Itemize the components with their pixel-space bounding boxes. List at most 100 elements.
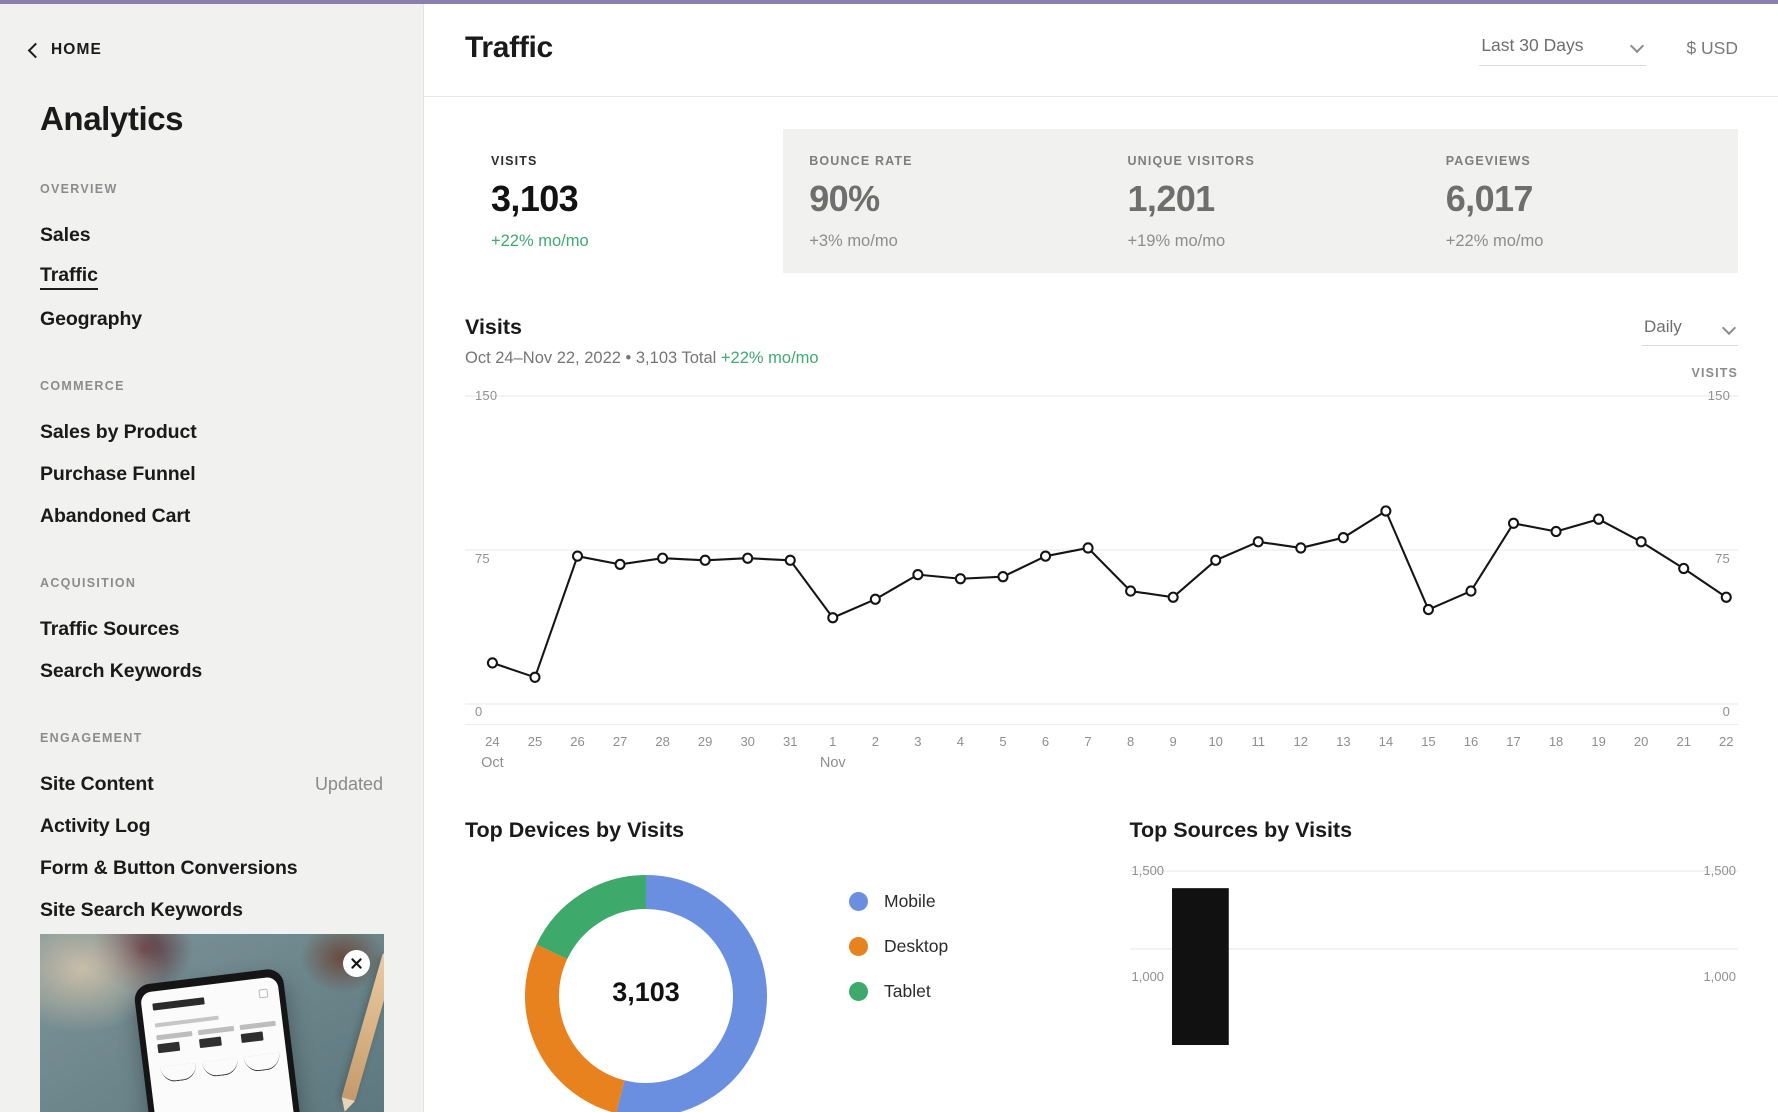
promo-card[interactable] — [40, 934, 384, 1112]
x-axis-tick: 5 — [999, 734, 1007, 749]
sidebar-item-label: Activity Log — [40, 814, 151, 837]
kpi-card-bounce-rate[interactable]: BOUNCE RATE 90% +3% mo/mo — [783, 129, 1102, 273]
top-devices-title: Top Devices by Visits — [465, 818, 685, 842]
sidebar-item-sales[interactable]: Sales — [0, 214, 423, 256]
kpi-card-visits[interactable]: VISITS 3,103 +22% mo/mo — [465, 129, 784, 273]
y-label-mid-right: 75 — [1715, 551, 1730, 566]
home-label: HOME — [51, 41, 102, 58]
sidebar-item-sales-by-product[interactable]: Sales by Product — [0, 411, 423, 453]
sidebar-item-search-keywords[interactable]: Search Keywords — [0, 650, 423, 692]
donut-center-value: 3,103 — [612, 977, 680, 1007]
close-icon[interactable] — [343, 950, 370, 977]
top-sources-panel: Top Sources by Visits 1,500 1,500 1,000 … — [1129, 818, 1738, 1112]
granularity-select[interactable]: Daily — [1642, 315, 1738, 346]
x-axis-month-label: Oct — [481, 755, 504, 771]
sidebar-item-label: Form & Button Conversions — [40, 856, 298, 879]
sidebar-item-traffic-sources[interactable]: Traffic Sources — [0, 608, 423, 650]
y-label-top-right: 150 — [1707, 388, 1730, 403]
chevron-down-icon — [1631, 41, 1644, 49]
sidebar-item-purchase-funnel[interactable]: Purchase Funnel — [0, 453, 423, 495]
x-axis-tick: 25 — [527, 734, 543, 749]
kpi-delta: +19% mo/mo — [1127, 232, 1226, 250]
accent-top-bar — [0, 0, 1778, 4]
x-axis-tick: 1 — [829, 734, 837, 749]
bar-y-1500-right: 1,500 — [1703, 863, 1736, 878]
legend-label: Desktop — [884, 936, 949, 956]
kpi-label: VISITS — [491, 154, 538, 168]
visits-subtitle-range: Oct 24–Nov 22, 2022 • 3,103 Total — [465, 349, 721, 367]
sidebar-item-traffic[interactable]: Traffic — [0, 256, 423, 298]
y-label-bot-left: 0 — [475, 704, 483, 719]
sidebar-item-label: Purchase Funnel — [40, 462, 196, 485]
top-devices-panel: Top Devices by Visits 3,103 Mobile Deskto… — [465, 818, 1074, 1112]
y-label-top-left: 150 — [475, 388, 498, 403]
visits-x-axis: 24 25 26 27 28 29 30 31 1 2 3 4 5 6 7 8 9 10 11 12 13 14 15 16 1… — [465, 724, 1738, 771]
bottom-panels: Top Devices by Visits 3,103 Mobile Deskto… — [465, 818, 1738, 1112]
kpi-card-pageviews[interactable]: PAGEVIEWS 6,017 +22% mo/mo — [1419, 129, 1738, 273]
x-axis-tick: 31 — [783, 734, 798, 749]
sidebar: HOME Analytics OVERVIEW Sales Traffic Geogr… — [0, 0, 424, 1112]
sidebar-item-label: Traffic — [40, 264, 98, 290]
kpi-value: 6,017 — [1445, 178, 1534, 219]
sidebar-item-label: Search Keywords — [40, 659, 203, 682]
sidebar-item-geography[interactable]: Geography — [0, 298, 423, 340]
sidebar-item-form-button-conversions[interactable]: Form & Button Conversions — [0, 847, 423, 889]
legend-color-dot — [849, 937, 868, 956]
x-axis-month-label: Nov — [819, 755, 846, 771]
x-axis-tick: 9 — [1169, 734, 1177, 749]
sidebar-item-site-content[interactable]: Site Content Updated — [0, 763, 423, 805]
currency-label[interactable]: $ USD — [1686, 38, 1738, 59]
page-header: Traffic Last 30 Days $ USD — [424, 0, 1778, 97]
date-range-select[interactable]: Last 30 Days — [1479, 31, 1647, 66]
legend-label: Mobile — [884, 891, 936, 911]
legend-item-desktop[interactable]: Desktop — [849, 924, 948, 969]
x-axis-tick: 11 — [1251, 734, 1265, 749]
kpi-card-unique-visitors[interactable]: UNIQUE VISITORS 1,201 +19% mo/mo — [1101, 129, 1420, 273]
sidebar-group: ACQUISITION Traffic Sources Search Keyword… — [0, 576, 423, 692]
status-badge: Updated — [314, 773, 383, 794]
x-axis-tick: 26 — [570, 734, 585, 749]
x-axis-tick: 15 — [1421, 734, 1436, 749]
sidebar-item-label: Sales — [40, 223, 91, 246]
kpi-label: PAGEVIEWS — [1445, 154, 1531, 168]
sidebar-nav: OVERVIEW Sales Traffic Geography COMMERCE Sal… — [0, 182, 423, 973]
visits-chart-panel: Visits Oct 24–Nov 22, 2022 • 3,103 Total… — [465, 315, 1738, 771]
bar-y-1000-left: 1,000 — [1131, 969, 1165, 984]
kpi-value: 1,201 — [1127, 178, 1216, 219]
granularity-value: Daily — [1644, 317, 1682, 336]
date-range-value: Last 30 Days — [1481, 34, 1584, 55]
x-axis-tick: 27 — [612, 734, 628, 749]
sidebar-group: COMMERCE Sales by Product Purchase Funnel A… — [0, 379, 423, 537]
visits-line-chart[interactable]: 150 150 75 75 0 0 — [465, 388, 1738, 722]
legend-item-tablet[interactable]: Tablet — [849, 969, 948, 1014]
sources-bar-chart[interactable]: 1,500 1,500 1,000 1,000 — [1129, 863, 1738, 1045]
bar-y-1000-right: 1,000 — [1703, 969, 1736, 984]
kpi-delta: +22% mo/mo — [491, 232, 589, 250]
x-axis-tick: 4 — [956, 734, 965, 749]
sidebar-item-activity-log[interactable]: Activity Log — [0, 805, 423, 847]
sidebar-item-site-search-keywords[interactable]: Site Search Keywords — [0, 889, 423, 931]
chevron-left-icon — [27, 44, 40, 57]
devices-donut-chart[interactable]: 3,103 — [515, 865, 777, 1112]
page-brand-title: Analytics — [40, 100, 184, 137]
analytics-dashboard: HOME Analytics OVERVIEW Sales Traffic Geogr… — [0, 0, 1778, 1112]
legend-item-mobile[interactable]: Mobile — [849, 879, 948, 924]
visits-subtitle-delta: +22% mo/mo — [720, 349, 819, 367]
chevron-down-icon — [1723, 323, 1736, 331]
sidebar-item-abandoned-cart[interactable]: Abandoned Cart — [0, 495, 423, 537]
sidebar-group-label: ACQUISITION — [40, 576, 137, 590]
sidebar-group-label: COMMERCE — [40, 379, 125, 393]
x-axis-tick: 21 — [1676, 734, 1691, 749]
home-back-link[interactable]: HOME — [27, 41, 423, 59]
bar-y-1500-left: 1,500 — [1131, 863, 1165, 878]
x-axis-tick: 17 — [1506, 734, 1521, 749]
x-axis-tick: 8 — [1126, 734, 1135, 749]
sidebar-item-label: Site Search Keywords — [40, 898, 243, 921]
y-label-bot-right: 0 — [1722, 704, 1730, 719]
x-axis-tick: 3 — [914, 734, 922, 749]
sidebar-item-label: Abandoned Cart — [40, 504, 191, 527]
legend-label: Tablet — [884, 981, 931, 1001]
x-axis-tick: 22 — [1719, 734, 1734, 749]
kpi-delta: +3% mo/mo — [809, 232, 898, 250]
promo-phone-image — [132, 967, 306, 1112]
